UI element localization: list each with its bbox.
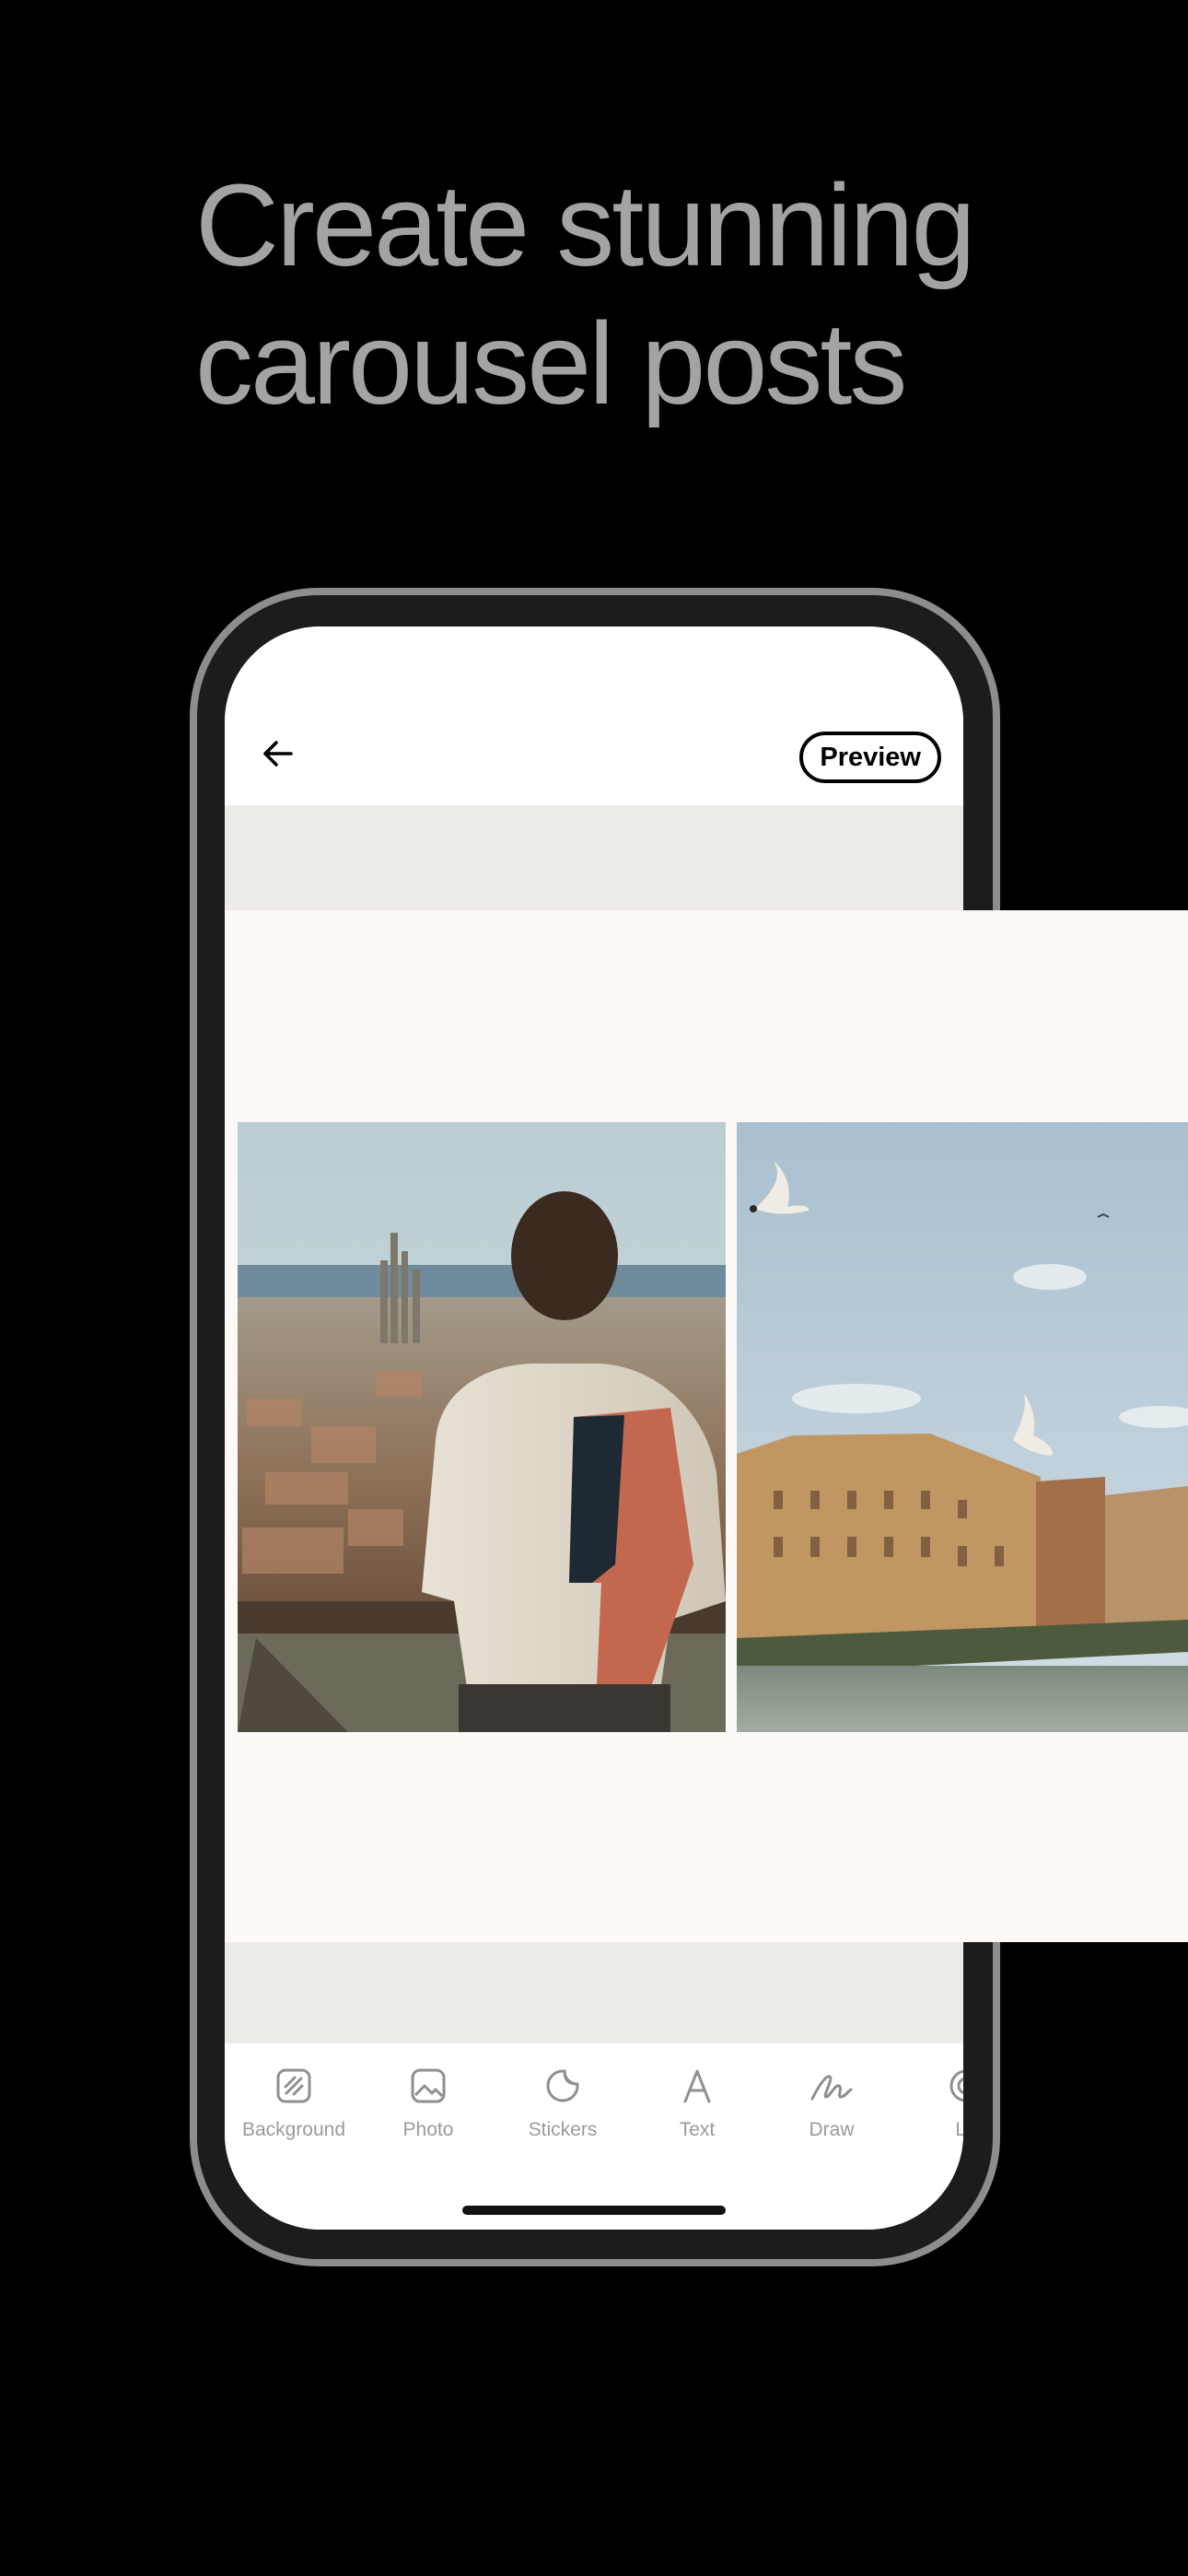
tool-text-label: Text: [679, 2119, 716, 2140]
arrow-left-icon: [263, 741, 293, 767]
tool-background[interactable]: Background: [227, 2064, 361, 2156]
preview-button[interactable]: Preview: [799, 732, 941, 783]
back-button[interactable]: [252, 728, 304, 779]
draw-icon: [809, 2064, 854, 2108]
background-icon: [272, 2064, 316, 2108]
editor-toolbar: Background Photo Stickers Text Draw L: [225, 2043, 963, 2230]
tool-stickers-label: Stickers: [528, 2119, 598, 2140]
tool-text[interactable]: Text: [630, 2064, 764, 2156]
tool-stickers[interactable]: Stickers: [495, 2064, 630, 2156]
text-icon: [675, 2064, 719, 2108]
tool-background-label: Background: [241, 2119, 346, 2140]
home-indicator: [462, 2206, 726, 2215]
headline: Create stunning carousel posts: [195, 157, 976, 433]
sticker-icon: [541, 2064, 585, 2108]
carousel-photo-florence[interactable]: [737, 1122, 1188, 1732]
editor-top-bar: Preview: [225, 626, 963, 805]
headline-line-1: Create stunning: [195, 160, 976, 290]
tool-draw-label: Draw: [809, 2119, 855, 2140]
tool-logo[interactable]: Lo: [899, 2064, 963, 2156]
tool-draw[interactable]: Draw: [764, 2064, 899, 2156]
photo-icon: [406, 2064, 450, 2108]
carousel-slide[interactable]: [225, 910, 1188, 1942]
headline-line-2: carousel posts: [195, 299, 907, 428]
logo-icon: [944, 2064, 963, 2108]
tool-photo[interactable]: Photo: [361, 2064, 495, 2156]
tool-photo-label: Photo: [402, 2119, 454, 2140]
carousel-photo-barcelona[interactable]: [238, 1122, 726, 1732]
tool-logo-label: Lo: [955, 2119, 963, 2140]
